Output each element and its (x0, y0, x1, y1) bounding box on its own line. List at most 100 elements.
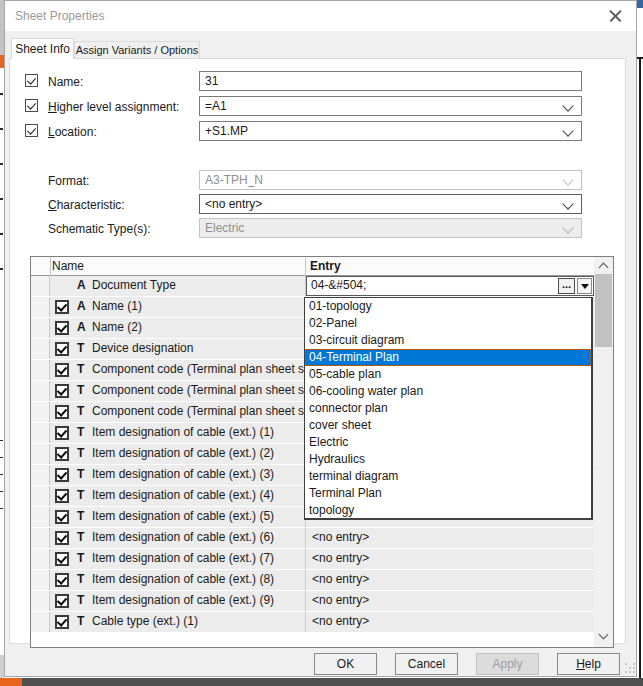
format-label: Format: (48, 174, 89, 188)
check-icon (27, 125, 36, 134)
row-checkbox[interactable] (55, 426, 69, 440)
help-button[interactable]: Help (557, 653, 620, 675)
row-checkbox[interactable] (55, 573, 69, 587)
location-combobox[interactable]: +S1.MP (199, 121, 582, 141)
document-type-dropdown-list: 01-topology02-Panel03-circuit diagram04-… (304, 297, 593, 520)
chevron-down-icon (562, 198, 573, 209)
check-icon (57, 532, 67, 543)
attribute-type-icon: T (77, 446, 84, 460)
format-combobox: A3-TPH_N (199, 170, 582, 190)
check-icon (57, 469, 67, 480)
row-name: Item designation of cable (ext.) (8) (92, 572, 274, 586)
attribute-type-icon: T (77, 572, 84, 586)
higher-level-combobox[interactable]: =A1 (199, 96, 582, 116)
cancel-button[interactable]: Cancel (395, 653, 458, 675)
column-header-name[interactable]: Name (52, 259, 84, 273)
row-entry: <no entry> (312, 551, 369, 565)
row-entry: <no entry> (312, 593, 369, 607)
scroll-up-icon[interactable] (599, 263, 609, 273)
table-row[interactable]: TItem designation of cable (ext.) (6)<no… (31, 528, 594, 549)
check-icon (57, 574, 67, 585)
dropdown-button[interactable] (577, 278, 592, 294)
table-row[interactable]: TCable type (ext.) (1)<no entry> (31, 612, 594, 633)
row-name: Component code (Terminal plan sheet s (92, 404, 304, 418)
column-header-entry[interactable]: Entry (310, 259, 341, 273)
name-label: Name: (48, 75, 83, 89)
characteristic-combobox[interactable]: <no entry> (199, 194, 582, 214)
row-checkbox[interactable] (55, 447, 69, 461)
row-checkbox[interactable] (55, 552, 69, 566)
row-checkbox[interactable] (55, 342, 69, 356)
dropdown-item[interactable]: 01-topology (305, 298, 591, 315)
attribute-type-icon: A (77, 320, 86, 334)
row-checkbox[interactable] (55, 615, 69, 629)
row-checkbox[interactable] (55, 363, 69, 377)
dropdown-item[interactable]: 05-cable plan (305, 366, 591, 383)
attribute-type-icon: T (77, 551, 84, 565)
chevron-down-icon (562, 222, 573, 233)
row-name: Name (2) (92, 320, 142, 334)
table-row[interactable]: T Item designation of cable (ext.) (8) <no… (31, 570, 594, 591)
row-name: Item designation of cable (ext.) (9) (92, 593, 274, 607)
row-checkbox[interactable] (55, 300, 69, 314)
row-checkbox[interactable] (55, 405, 69, 419)
check-icon (57, 322, 67, 333)
row-checkbox[interactable] (55, 510, 69, 524)
dropdown-item[interactable]: 04-Terminal Plan (305, 349, 591, 366)
schematic-type-combobox: Electric (199, 218, 582, 238)
resize-grip[interactable] (625, 663, 627, 665)
attribute-type-icon: T (77, 425, 84, 439)
row-entry: <no entry> (312, 572, 369, 586)
name-checkbox[interactable] (25, 74, 38, 87)
chevron-down-icon (562, 125, 573, 136)
table-row-document-type[interactable]: A Document Type 04-&#504; ... (31, 276, 594, 297)
scrollbar-thumb[interactable] (595, 274, 612, 347)
location-label: Location: (48, 125, 97, 139)
row-name: Cable type (ext.) (1) (92, 614, 198, 628)
check-icon (57, 343, 67, 354)
check-icon (57, 406, 67, 417)
row-name: Name (1) (92, 299, 142, 313)
check-icon (57, 511, 67, 522)
dropdown-item[interactable]: Electric (305, 434, 591, 451)
check-icon (57, 385, 67, 396)
table-scrollbar[interactable] (594, 257, 613, 647)
apply-button[interactable]: Apply (476, 653, 539, 675)
dropdown-item[interactable]: cover sheet (305, 417, 591, 434)
table-row[interactable]: T Item designation of cable (ext.) (7) <no… (31, 549, 594, 570)
dropdown-item[interactable]: Hydraulics (305, 451, 591, 468)
row-checkbox[interactable] (55, 594, 69, 608)
dropdown-item[interactable]: connector plan (305, 400, 591, 417)
document-type-editor[interactable]: 04-&#504; ... (306, 276, 594, 296)
browse-button[interactable]: ... (558, 278, 575, 294)
row-name: Item designation of cable (ext.) (3) (92, 467, 274, 481)
check-icon (57, 490, 67, 501)
row-checkbox[interactable] (55, 468, 69, 482)
dropdown-item[interactable]: 02-Panel (305, 315, 591, 332)
name-input[interactable]: 31 (199, 71, 582, 91)
location-checkbox[interactable] (25, 124, 38, 137)
chevron-down-icon (562, 100, 573, 111)
row-checkbox[interactable] (55, 489, 69, 503)
attribute-type-icon: T (77, 593, 84, 607)
attribute-type-icon: T (77, 488, 84, 502)
table-row[interactable]: T Item designation of cable (ext.) (9) <no… (31, 591, 594, 612)
attribute-type-icon: T (77, 614, 84, 628)
row-checkbox[interactable] (55, 321, 69, 335)
background-right-strip (637, 0, 643, 686)
dropdown-item[interactable]: Terminal Plan (305, 485, 591, 502)
dropdown-item[interactable]: topology (305, 502, 591, 519)
row-checkbox[interactable] (55, 531, 69, 545)
higher-level-checkbox[interactable] (25, 99, 38, 112)
row-checkbox[interactable] (55, 384, 69, 398)
row-name: Item designation of cable (ext.) (7) (92, 551, 274, 565)
ok-button[interactable]: OK (314, 653, 377, 675)
scroll-down-icon[interactable] (599, 630, 609, 640)
dropdown-item[interactable]: terminal diagram (305, 468, 591, 485)
attribute-type-icon: T (77, 404, 84, 418)
attribute-type-icon: T (77, 362, 84, 376)
dropdown-item[interactable]: 06-cooling water plan (305, 383, 591, 400)
check-icon (57, 553, 67, 564)
attribute-type-icon: T (77, 383, 84, 397)
dropdown-item[interactable]: 03-circuit diagram (305, 332, 591, 349)
